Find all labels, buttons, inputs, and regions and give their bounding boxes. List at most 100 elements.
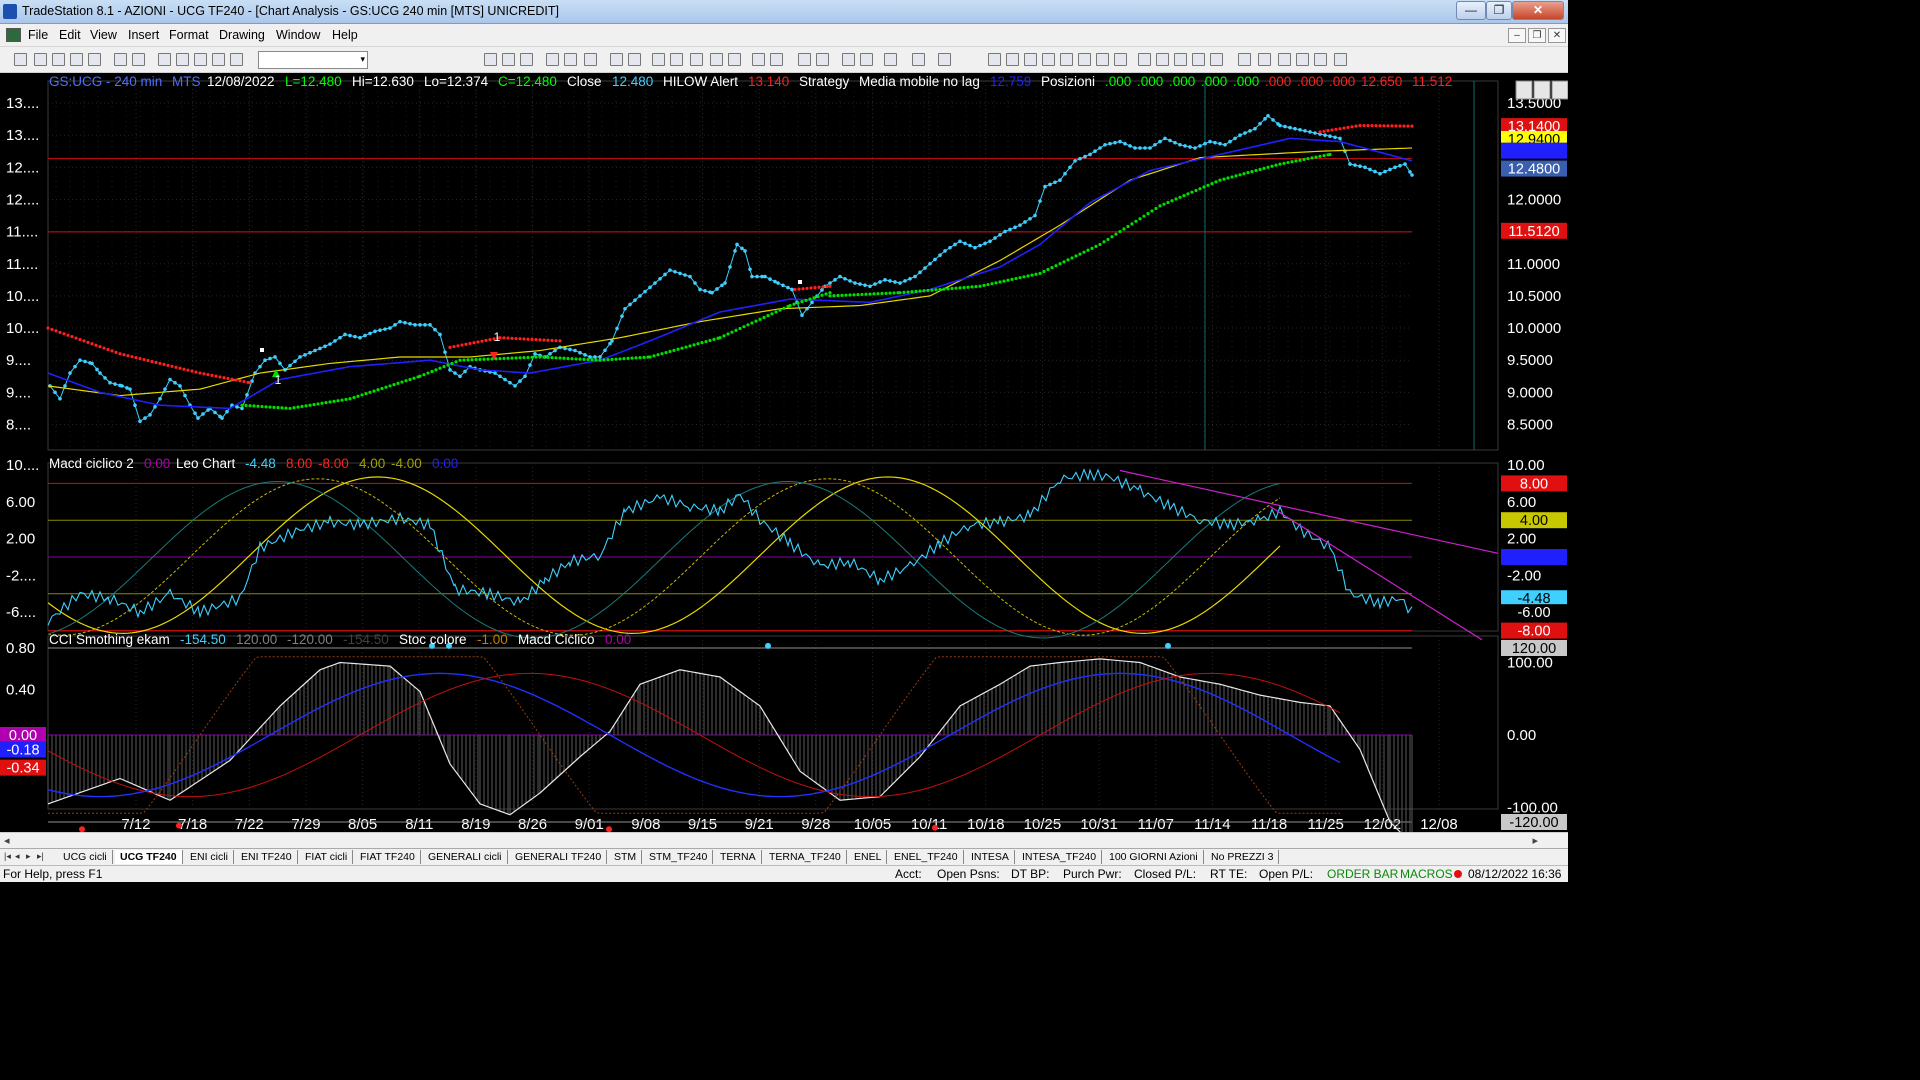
- order-bar-button[interactable]: ORDER BAR: [1327, 867, 1398, 881]
- toolbar-tool-icon[interactable]: [884, 53, 897, 66]
- toolbar-tool-icon[interactable]: [1042, 53, 1055, 66]
- toolbar-tool-icon[interactable]: [670, 53, 683, 66]
- toolbar-tool-icon[interactable]: [88, 53, 101, 66]
- workspace-tab[interactable]: INTESA: [966, 850, 1015, 864]
- mdi-restore-button[interactable]: ❐: [1528, 28, 1546, 43]
- toolbar-tool-icon[interactable]: [34, 53, 47, 66]
- toolbar-tool-icon[interactable]: [230, 53, 243, 66]
- close-button[interactable]: ✕: [1512, 1, 1564, 20]
- toolbar-tool-icon[interactable]: [520, 53, 533, 66]
- toolbar-tool-icon[interactable]: [1192, 53, 1205, 66]
- toolbar-tool-icon[interactable]: [1114, 53, 1127, 66]
- tab-nav-arrow-icon[interactable]: ▸: [26, 851, 31, 862]
- toolbar-tool-icon[interactable]: [652, 53, 665, 66]
- workspace-tab[interactable]: STM: [609, 850, 643, 864]
- chart-canvas[interactable]: 7/12 7/18 7/22 7/29 8/05 8/11 8/19 8/26 9/01 9/08…: [0, 73, 1568, 833]
- menu-help[interactable]: Help: [332, 28, 358, 42]
- toolbar-tool-icon[interactable]: [842, 53, 855, 66]
- toolbar-tool-icon[interactable]: [1024, 53, 1037, 66]
- toolbar-tool-icon[interactable]: [194, 53, 207, 66]
- scroll-right-arrow-icon[interactable]: ▸: [1532, 834, 1538, 847]
- document-icon[interactable]: [6, 28, 21, 42]
- workspace-tab[interactable]: UCG cicli: [58, 850, 113, 864]
- workspace-tab[interactable]: TERNA: [715, 850, 762, 864]
- toolbar-tool-icon[interactable]: [1334, 53, 1347, 66]
- toolbar-tool-icon[interactable]: [1096, 53, 1109, 66]
- chart-analysis-window[interactable]: 7/12 7/18 7/22 7/29 8/05 8/11 8/19 8/26 9/01 9/08…: [0, 73, 1568, 833]
- cci-pane-header-item: 0.00: [605, 632, 632, 647]
- toolbar-tool-icon[interactable]: [628, 53, 641, 66]
- workspace-tab[interactable]: GENERALI cicli: [423, 850, 508, 864]
- tab-nav-arrow-icon[interactable]: ▸|: [37, 851, 44, 862]
- menu-window[interactable]: Window: [276, 28, 320, 42]
- minimize-button[interactable]: —: [1456, 1, 1486, 20]
- toolbar-tool-icon[interactable]: [584, 53, 597, 66]
- mdi-minimize-button[interactable]: –: [1508, 28, 1526, 43]
- toolbar-tool-icon[interactable]: [502, 53, 515, 66]
- toolbar-tool-icon[interactable]: [1210, 53, 1223, 66]
- horizontal-scrollbar[interactable]: ◂ ▸: [0, 832, 1568, 848]
- menu-file[interactable]: File: [28, 28, 48, 42]
- toolbar-tool-icon[interactable]: [176, 53, 189, 66]
- toolbar-tool-icon[interactable]: [484, 53, 497, 66]
- workspace-tab[interactable]: ENI TF240: [236, 850, 298, 864]
- toolbar-tool-icon[interactable]: [770, 53, 783, 66]
- toolbar-tool-icon[interactable]: [158, 53, 171, 66]
- toolbar-tool-icon[interactable]: [1314, 53, 1327, 66]
- toolbar-tool-icon[interactable]: [546, 53, 559, 66]
- menu-edit[interactable]: Edit: [59, 28, 81, 42]
- scroll-left-arrow-icon[interactable]: ◂: [4, 834, 10, 847]
- toolbar-tool-icon[interactable]: [1174, 53, 1187, 66]
- toolbar-tool-icon[interactable]: [1258, 53, 1271, 66]
- toolbar-tool-icon[interactable]: [132, 53, 145, 66]
- workspace-tab[interactable]: ENEL_TF240: [889, 850, 964, 864]
- toolbar-tool-icon[interactable]: [988, 53, 1001, 66]
- toolbar-tool-icon[interactable]: [938, 53, 951, 66]
- macros-button[interactable]: MACROS: [1400, 867, 1453, 881]
- toolbar-tool-icon[interactable]: [14, 53, 27, 66]
- toolbar-tool-icon[interactable]: [1006, 53, 1019, 66]
- workspace-tab[interactable]: FIAT TF240: [355, 850, 421, 864]
- toolbar-tool-icon[interactable]: [1138, 53, 1151, 66]
- toolbar-tool-icon[interactable]: [710, 53, 723, 66]
- menu-view[interactable]: View: [90, 28, 117, 42]
- workspace-tab[interactable]: ENI cicli: [185, 850, 234, 864]
- workspace-tab[interactable]: FIAT cicli: [300, 850, 354, 864]
- tab-nav-arrow-icon[interactable]: |◂: [4, 851, 11, 862]
- toolbar-tool-icon[interactable]: [70, 53, 83, 66]
- mdi-close-button[interactable]: ✕: [1548, 28, 1566, 43]
- workspace-tab[interactable]: ENEL: [849, 850, 888, 864]
- symbol-combo[interactable]: ▾: [258, 51, 368, 69]
- toolbar-tool-icon[interactable]: [860, 53, 873, 66]
- toolbar-tool-icon[interactable]: [1078, 53, 1091, 66]
- workspace-tab[interactable]: No PREZZI 3: [1206, 850, 1280, 864]
- toolbar-tool-icon[interactable]: [564, 53, 577, 66]
- tab-nav-arrow-icon[interactable]: ◂: [15, 851, 20, 862]
- toolbar-tool-icon[interactable]: [114, 53, 127, 66]
- toolbar-tool-icon[interactable]: [1278, 53, 1291, 66]
- workspace-tab[interactable]: TERNA_TF240: [764, 850, 847, 864]
- workspace-tab[interactable]: INTESA_TF240: [1017, 850, 1103, 864]
- toolbar-tool-icon[interactable]: [728, 53, 741, 66]
- workspace-tab[interactable]: 100 GIORNI Azioni: [1104, 850, 1204, 864]
- menu-insert[interactable]: Insert: [128, 28, 159, 42]
- toolbar-tool-icon[interactable]: [1238, 53, 1251, 66]
- workspace-tab[interactable]: UCG TF240: [115, 850, 183, 864]
- toolbar-tool-icon[interactable]: [212, 53, 225, 66]
- maximize-button[interactable]: ❐: [1486, 1, 1512, 20]
- toolbar-tool-icon[interactable]: [1296, 53, 1309, 66]
- toolbar-tool-icon[interactable]: [690, 53, 703, 66]
- toolbar-tool-icon[interactable]: [752, 53, 765, 66]
- toolbar-tool-icon[interactable]: [816, 53, 829, 66]
- toolbar-tool-icon[interactable]: [798, 53, 811, 66]
- toolbar-tool-icon[interactable]: [1156, 53, 1169, 66]
- workspace-tab[interactable]: GENERALI TF240: [510, 850, 608, 864]
- menu-format[interactable]: Format: [169, 28, 209, 42]
- workspace-tab[interactable]: STM_TF240: [644, 850, 714, 864]
- chevron-down-icon[interactable]: ▾: [360, 54, 365, 65]
- toolbar-tool-icon[interactable]: [1060, 53, 1073, 66]
- toolbar-tool-icon[interactable]: [610, 53, 623, 66]
- toolbar-tool-icon[interactable]: [912, 53, 925, 66]
- menu-drawing[interactable]: Drawing: [219, 28, 265, 42]
- toolbar-tool-icon[interactable]: [52, 53, 65, 66]
